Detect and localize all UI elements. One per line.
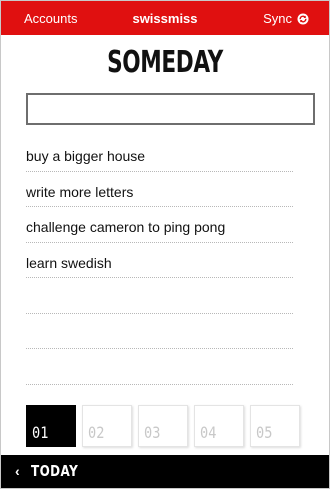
page-tabs: 01 02 03 04 05	[26, 405, 306, 447]
top-bar: Accounts swissmiss Sync	[1, 1, 329, 35]
sync-icon	[297, 13, 309, 25]
page-tab-label: 02	[88, 423, 105, 442]
page-title: SOMEDAY	[107, 45, 223, 80]
page-tab-04[interactable]: 04	[194, 405, 244, 447]
page-tab-label: 04	[200, 423, 217, 442]
page-tab-01[interactable]: 01	[26, 405, 76, 447]
list-item-empty[interactable]	[26, 278, 293, 314]
list-item[interactable]: challenge cameron to ping pong	[26, 207, 293, 243]
list-item[interactable]: buy a bigger house	[26, 136, 293, 172]
sync-button[interactable]: Sync	[263, 11, 309, 27]
page-tab-03[interactable]: 03	[138, 405, 188, 447]
page-tab-05[interactable]: 05	[250, 405, 300, 447]
chevron-left-icon: ‹	[15, 463, 20, 479]
today-label: TODAY	[31, 462, 79, 480]
page-tab-label: 05	[256, 423, 273, 442]
list-item-empty[interactable]	[26, 349, 293, 385]
today-button[interactable]: ‹ TODAY	[1, 455, 329, 488]
page-tab-label: 03	[144, 423, 161, 442]
list-item[interactable]: write more letters	[26, 172, 293, 207]
list-item[interactable]: learn swedish	[26, 243, 293, 278]
app-frame: Accounts swissmiss Sync SOMEDAY buy a bi…	[0, 0, 330, 489]
todo-list: buy a bigger house write more letters ch…	[26, 136, 293, 385]
page-tab-02[interactable]: 02	[82, 405, 132, 447]
list-item-empty[interactable]	[26, 314, 293, 349]
new-item-input[interactable]	[26, 93, 315, 125]
page-tab-label: 01	[32, 423, 49, 442]
sync-label: Sync	[263, 11, 292, 26]
